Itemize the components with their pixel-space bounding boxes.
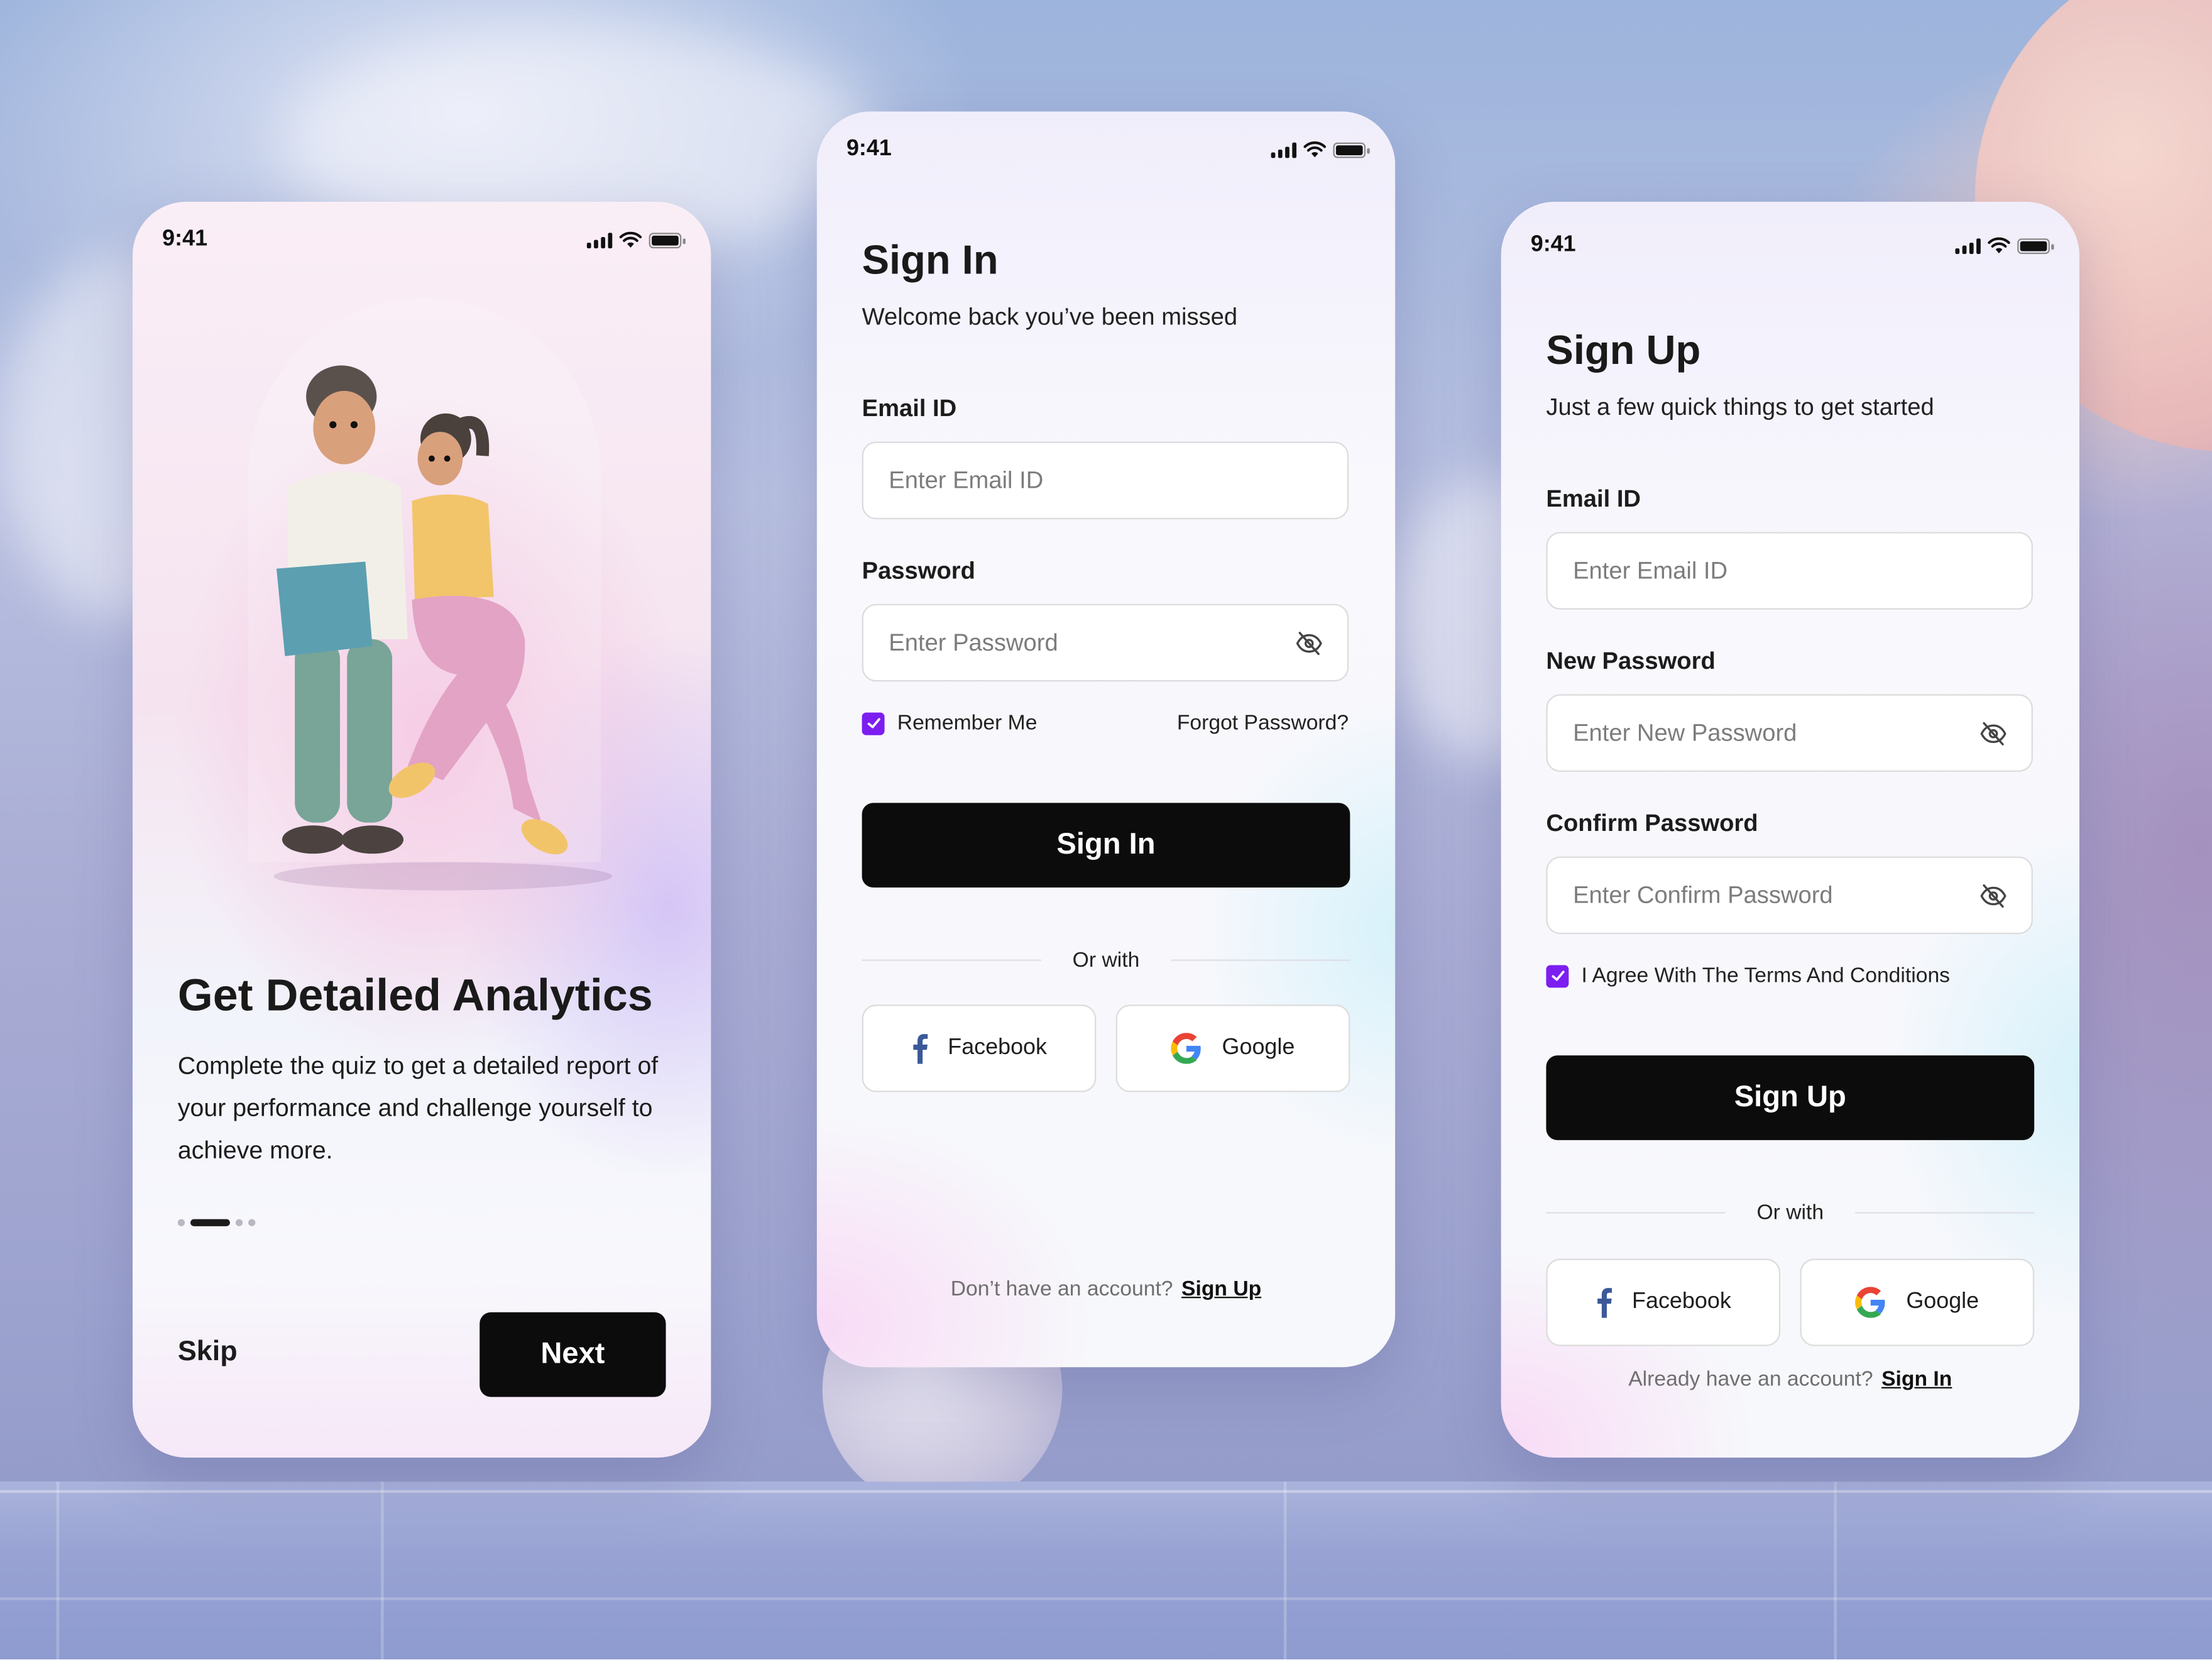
wifi-icon — [1303, 141, 1326, 158]
email-input[interactable] — [885, 464, 1325, 497]
pagination-dot[interactable] — [248, 1219, 256, 1226]
terms-label: I Agree With The Terms And Conditions — [1581, 964, 1951, 988]
sign-in-prompt-text: Already have an account? — [1628, 1367, 1873, 1392]
status-bar: 9:41 — [846, 134, 1370, 165]
floor-line — [0, 1597, 2212, 1600]
page-title: Sign In — [862, 238, 999, 284]
facebook-icon — [913, 1034, 928, 1064]
eye-off-icon[interactable] — [1294, 627, 1325, 658]
battery-icon — [1333, 141, 1370, 158]
terms-checkbox[interactable]: I Agree With The Terms And Conditions — [1546, 964, 1950, 987]
email-label: Email ID — [1546, 485, 1641, 512]
new-password-input[interactable] — [1570, 717, 1978, 749]
google-label: Google — [1906, 1289, 1979, 1314]
status-time: 9:41 — [162, 227, 208, 251]
confirm-password-field[interactable] — [1546, 856, 2033, 935]
facebook-button[interactable]: Facebook — [862, 1004, 1097, 1092]
status-bar: 9:41 — [1530, 230, 2054, 261]
wifi-icon — [1988, 237, 2010, 253]
floor-line — [381, 1481, 384, 1660]
email-field[interactable] — [1546, 532, 2033, 610]
onboarding-title: Get Detailed Analytics — [177, 969, 653, 1021]
sign-in-link[interactable]: Sign In — [1881, 1367, 1952, 1391]
divider-line — [1854, 1211, 2035, 1214]
pagination-dot[interactable] — [177, 1219, 185, 1226]
google-icon — [1171, 1033, 1202, 1064]
remember-me-checkbox[interactable]: Remember Me — [862, 711, 1038, 735]
email-label: Email ID — [862, 395, 957, 422]
skip-button[interactable]: Skip — [178, 1336, 238, 1369]
divider-label: Or with — [1072, 948, 1140, 972]
page-subtitle: Welcome back you’ve been missed — [862, 303, 1238, 331]
checkbox-checked[interactable] — [1546, 964, 1569, 987]
wifi-icon — [619, 231, 642, 248]
or-with-divider: Or with — [1546, 1201, 2035, 1225]
eye-off-icon[interactable] — [1978, 880, 2008, 911]
showcase-stage: 9:41 Get Detailed Analytics Complete the… — [0, 0, 2212, 1660]
cellular-signal-icon — [1271, 141, 1297, 158]
password-label: Password — [862, 557, 975, 585]
forgot-password-link[interactable]: Forgot Password? — [1177, 711, 1349, 735]
page-title: Sign Up — [1546, 329, 1701, 374]
confirm-password-label: Confirm Password — [1546, 810, 1758, 837]
status-bar: 9:41 — [162, 224, 686, 255]
divider-line — [1546, 1211, 1726, 1214]
sign-up-prompt: Don’t have an account? Sign Up — [817, 1277, 1395, 1301]
sign-up-prompt-text: Don’t have an account? — [950, 1277, 1173, 1301]
status-time: 9:41 — [1530, 233, 1576, 257]
email-input[interactable] — [1570, 555, 2009, 586]
floor-line — [56, 1481, 60, 1660]
facebook-label: Facebook — [948, 1035, 1047, 1060]
facebook-button[interactable]: Facebook — [1546, 1258, 1781, 1346]
eye-off-icon[interactable] — [1978, 718, 2008, 749]
onboarding-description: Complete the quiz to get a detailed repo… — [177, 1051, 659, 1165]
background-floor — [0, 1481, 2212, 1660]
pagination-dot[interactable] — [235, 1219, 243, 1226]
remember-me-label: Remember Me — [897, 711, 1038, 735]
confirm-password-input[interactable] — [1570, 879, 1978, 911]
next-button[interactable]: Next — [479, 1312, 666, 1397]
facebook-label: Facebook — [1632, 1289, 1731, 1314]
password-field[interactable] — [862, 603, 1349, 682]
pagination-dot-active[interactable] — [190, 1219, 230, 1226]
or-with-divider: Or with — [862, 948, 1350, 972]
cellular-signal-icon — [586, 232, 613, 248]
divider-line — [862, 959, 1042, 962]
battery-icon — [2017, 238, 2054, 253]
email-field[interactable] — [862, 441, 1349, 520]
google-label: Google — [1222, 1035, 1295, 1060]
divider-label: Or with — [1756, 1201, 1824, 1225]
sign-up-screen: 9:41 Sign Up Just a few quick things to … — [1501, 202, 2079, 1458]
sign-up-button[interactable]: Sign Up — [1546, 1055, 2035, 1140]
checkbox-checked[interactable] — [862, 712, 885, 735]
floor-line — [1283, 1481, 1287, 1660]
sign-up-link[interactable]: Sign Up — [1181, 1277, 1261, 1301]
divider-line — [1170, 959, 1350, 962]
pagination-dots — [177, 1219, 256, 1226]
google-button[interactable]: Google — [1800, 1258, 2035, 1346]
google-icon — [1855, 1287, 1885, 1318]
floor-line — [1834, 1481, 1837, 1660]
checkmark-icon — [867, 718, 880, 728]
cellular-signal-icon — [1955, 238, 1981, 253]
new-password-label: New Password — [1546, 647, 1716, 675]
page-subtitle: Just a few quick things to get started — [1546, 393, 1934, 420]
google-button[interactable]: Google — [1115, 1004, 1350, 1092]
new-password-field[interactable] — [1546, 694, 2033, 772]
checkmark-icon — [1551, 970, 1564, 981]
status-time: 9:41 — [846, 136, 892, 161]
floor-line — [0, 1490, 2212, 1493]
password-input[interactable] — [885, 627, 1294, 659]
sign-in-screen: 9:41 Sign In Welcome back you’ve been mi… — [816, 111, 1396, 1368]
battery-icon — [649, 232, 686, 248]
people-with-laptop-illustration — [273, 365, 613, 891]
onboarding-screen: 9:41 Get Detailed Analytics Complete the… — [133, 202, 711, 1458]
sign-in-prompt: Already have an account? Sign In — [1501, 1367, 2079, 1391]
sign-in-button[interactable]: Sign In — [862, 803, 1350, 888]
facebook-icon — [1597, 1288, 1612, 1318]
